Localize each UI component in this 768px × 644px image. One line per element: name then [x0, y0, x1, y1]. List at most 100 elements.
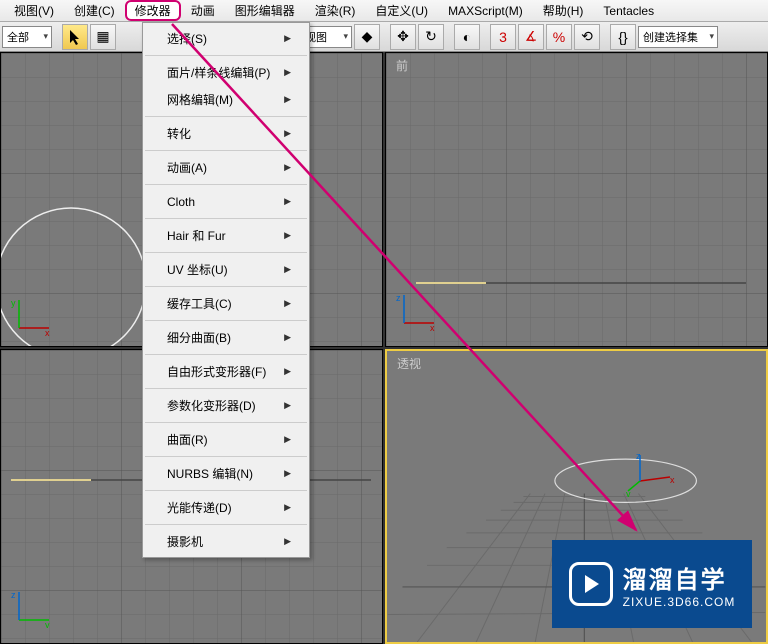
menu-rendering[interactable]: 渲染(R) [305, 0, 366, 21]
menu-item-27[interactable]: 光能传递(D) ▶ [143, 494, 309, 521]
snap-toggle-icon[interactable]: 3 [490, 24, 516, 50]
submenu-arrow-icon: ▶ [284, 298, 291, 309]
named-sel-sets-icon[interactable]: {} [610, 24, 636, 50]
menu-item-13[interactable]: UV 坐标(U) ▶ [143, 256, 309, 283]
watermark-title: 溜溜自学 [623, 560, 736, 595]
modifiers-dropdown: 选择(S)▶面片/样条线编辑(P)▶网格编辑(M)▶转化▶动画(A)▶Cloth… [142, 22, 310, 558]
manipulate-icon[interactable]: ◐ [454, 24, 480, 50]
menu-item-label: 摄影机 [167, 533, 203, 550]
filter-combo[interactable]: 全部 [2, 26, 52, 48]
axis-tripod: x y z [626, 451, 676, 502]
submenu-arrow-icon: ▶ [284, 502, 291, 513]
submenu-arrow-icon: ▶ [284, 366, 291, 377]
submenu-arrow-icon: ▶ [284, 264, 291, 275]
menu-item-label: UV 坐标(U) [167, 261, 228, 278]
submenu-arrow-icon: ▶ [284, 128, 291, 139]
percent-snap-icon[interactable]: % [546, 24, 572, 50]
viewport-label-front: 前 [396, 57, 408, 74]
menu-modifiers[interactable]: 修改器 [125, 0, 181, 21]
svg-text:z: z [636, 451, 641, 461]
menu-item-3[interactable]: 网格编辑(M) ▶ [143, 86, 309, 113]
svg-text:x: x [45, 328, 50, 336]
submenu-arrow-icon: ▶ [284, 94, 291, 105]
svg-text:y: y [626, 489, 631, 497]
menu-animation[interactable]: 动画 [181, 0, 225, 21]
menu-item-5[interactable]: 转化▶ [143, 120, 309, 147]
menu-item-label: 网格编辑(M) [167, 91, 233, 108]
menu-create[interactable]: 创建(C) [64, 0, 125, 21]
submenu-arrow-icon: ▶ [284, 33, 291, 44]
menu-item-label: 参数化变形器(D) [167, 397, 256, 414]
menu-maxscript[interactable]: MAXScript(M) [438, 2, 533, 20]
svg-text:x: x [670, 475, 675, 485]
menu-separator [145, 320, 307, 321]
menu-tentacles[interactable]: Tentacles [593, 2, 664, 20]
axis-gizmo: xz [396, 291, 436, 336]
menu-item-label: NURBS 编辑(N) [167, 465, 253, 482]
menu-separator [145, 422, 307, 423]
menu-separator [145, 388, 307, 389]
svg-text:y: y [45, 620, 50, 628]
menu-item-0[interactable]: 选择(S) ▶ [143, 25, 309, 52]
axis-gizmo: yz [11, 588, 51, 633]
menu-item-25[interactable]: NURBS 编辑(N)▶ [143, 460, 309, 487]
svg-text:z: z [11, 590, 16, 600]
menu-item-label: 光能传递(D) [167, 499, 232, 516]
menu-item-label: 面片/样条线编辑(P) [167, 64, 270, 81]
submenu-arrow-icon: ▶ [284, 230, 291, 241]
select-by-name-icon[interactable]: ▦ [90, 24, 116, 50]
menu-item-17[interactable]: 细分曲面(B) ▶ [143, 324, 309, 351]
submenu-arrow-icon: ▶ [284, 332, 291, 343]
spinner-snap-icon[interactable]: ⟲ [574, 24, 600, 50]
viewport-label-perspective: 透视 [397, 355, 421, 372]
menu-item-label: 自由形式变形器(F) [167, 363, 266, 380]
menu-item-label: 缓存工具(C) [167, 295, 232, 312]
menu-item-29[interactable]: 摄影机▶ [143, 528, 309, 555]
menu-item-label: 动画(A) [167, 159, 207, 176]
axis-gizmo: xy [11, 296, 51, 336]
menu-separator [145, 218, 307, 219]
select-tool-icon[interactable] [62, 24, 88, 50]
menu-item-23[interactable]: 曲面(R)▶ [143, 426, 309, 453]
menu-item-15[interactable]: 缓存工具(C) ▶ [143, 290, 309, 317]
submenu-arrow-icon: ▶ [284, 162, 291, 173]
menu-customize[interactable]: 自定义(U) [365, 0, 438, 21]
menu-item-2[interactable]: 面片/样条线编辑(P) ▶ [143, 59, 309, 86]
submenu-arrow-icon: ▶ [284, 434, 291, 445]
menu-item-7[interactable]: 动画(A) ▶ [143, 154, 309, 181]
viewport-top-right[interactable]: 前 xz [385, 52, 768, 347]
menu-separator [145, 456, 307, 457]
menu-separator [145, 286, 307, 287]
menu-separator [145, 116, 307, 117]
menu-item-9[interactable]: Cloth ▶ [143, 188, 309, 215]
main-toolbar: 全部 ▦ 视图 ◆ ✥ ↻ ◐ 3 ∡ % ⟲ {} 创建选择集 [0, 22, 768, 52]
menubar: 视图(V) 创建(C) 修改器 动画 图形编辑器 渲染(R) 自定义(U) MA… [0, 0, 768, 22]
selection-set-combo[interactable]: 创建选择集 [638, 26, 718, 48]
play-icon [569, 562, 613, 606]
menu-separator [145, 252, 307, 253]
menu-item-label: 选择(S) [167, 30, 207, 47]
menu-separator [145, 354, 307, 355]
menu-separator [145, 490, 307, 491]
svg-text:y: y [11, 298, 16, 308]
menu-item-11[interactable]: Hair 和 Fur ▶ [143, 222, 309, 249]
menu-item-19[interactable]: 自由形式变形器(F) ▶ [143, 358, 309, 385]
menu-item-label: 细分曲面(B) [167, 329, 231, 346]
menu-separator [145, 524, 307, 525]
submenu-arrow-icon: ▶ [284, 67, 291, 78]
svg-text:z: z [396, 293, 401, 303]
select-rotate-icon[interactable]: ↻ [418, 24, 444, 50]
menu-item-label: Cloth [167, 195, 195, 209]
submenu-arrow-icon: ▶ [284, 196, 291, 207]
watermark-url: ZIXUE.3D66.COM [623, 595, 736, 609]
watermark: 溜溜自学 ZIXUE.3D66.COM [552, 540, 752, 628]
svg-text:x: x [430, 323, 435, 331]
angle-snap-icon[interactable]: ∡ [518, 24, 544, 50]
menu-item-21[interactable]: 参数化变形器(D)▶ [143, 392, 309, 419]
menu-view[interactable]: 视图(V) [4, 0, 64, 21]
pivot-center-icon[interactable]: ◆ [354, 24, 380, 50]
menu-help[interactable]: 帮助(H) [533, 0, 594, 21]
select-move-icon[interactable]: ✥ [390, 24, 416, 50]
menu-graph-editors[interactable]: 图形编辑器 [225, 0, 305, 21]
menu-item-label: Hair 和 Fur [167, 227, 226, 244]
